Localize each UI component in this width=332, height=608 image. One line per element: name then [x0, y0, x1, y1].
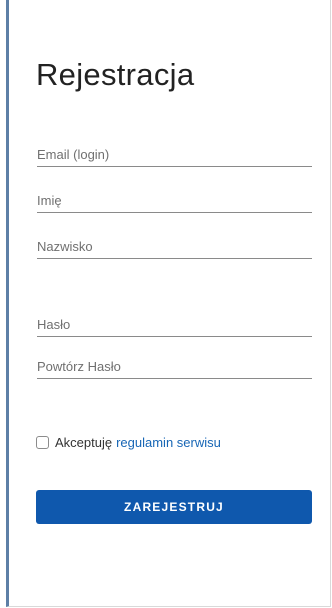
register-button[interactable]: ZAREJESTRUJ: [36, 490, 312, 524]
terms-label: Akceptuję: [55, 434, 113, 450]
email-field-wrapper: [37, 144, 312, 167]
last-name-field[interactable]: [37, 236, 312, 256]
registration-card: Rejestracja Akceptuję regulamin serwisu …: [6, 0, 331, 607]
page-title: Rejestracja: [36, 57, 195, 92]
password-field[interactable]: [37, 314, 312, 334]
first-name-field[interactable]: [37, 190, 312, 210]
password-repeat-field[interactable]: [37, 356, 312, 376]
password-field-wrapper: [37, 314, 312, 337]
last-name-field-wrapper: [37, 236, 312, 259]
terms-link[interactable]: regulamin serwisu: [116, 435, 221, 450]
terms-checkbox[interactable]: [36, 435, 49, 449]
password-repeat-field-wrapper: [37, 356, 312, 379]
email-field[interactable]: [37, 144, 312, 164]
first-name-field-wrapper: [37, 190, 312, 213]
terms-row: Akceptuję regulamin serwisu: [36, 432, 221, 452]
